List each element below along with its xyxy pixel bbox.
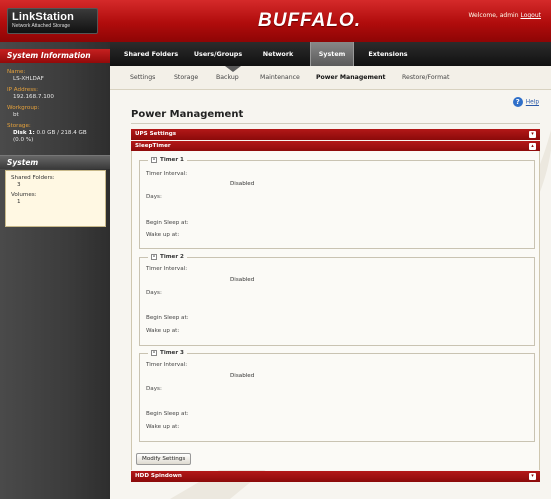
collapse-icon[interactable]: - — [151, 156, 157, 163]
timer-interval-label: Timer Interval: — [146, 171, 188, 177]
timer-1-title: Timer 1 — [160, 157, 184, 163]
top-header: LinkStation Network Attached Storage BUF… — [0, 0, 551, 42]
expand-icon[interactable]: ▾ — [529, 473, 536, 480]
timer-interval-value: Disabled — [230, 277, 255, 283]
logo-title: LinkStation — [12, 11, 75, 23]
subtab-power-management[interactable]: Power Management — [316, 66, 385, 90]
collapse-icon[interactable]: - — [151, 349, 157, 356]
storage-percent: (0.0 %) — [13, 137, 34, 143]
page-title: Power Management — [131, 109, 244, 120]
volumes-count: 1 — [17, 199, 21, 205]
subtab-maintenance[interactable]: Maintenance — [260, 66, 300, 90]
system-information-heading: System Information — [0, 49, 110, 63]
timer-2-title: Timer 2 — [160, 254, 184, 260]
welcome-text: Welcome, admin Logout — [468, 12, 541, 19]
timer-interval-value: Disabled — [230, 373, 255, 379]
logout-link[interactable]: Logout — [520, 12, 541, 19]
storage-usage: 0.0 GB / 218.4 GB — [36, 130, 87, 136]
storage-disk-label: Disk 1: — [13, 130, 35, 136]
storage-label: Storage: — [7, 123, 31, 129]
begin-sleep-label: Begin Sleep at: — [146, 220, 189, 226]
days-label: Days: — [146, 194, 162, 200]
system-summary-box: Shared Folders: 3 Volumes: 1 — [5, 170, 106, 227]
timer-1-fieldset: - Timer 1 Timer Interval: Disabled Days: … — [139, 156, 535, 249]
timer-2-legend[interactable]: - Timer 2 — [148, 253, 187, 262]
sleep-timer-panel: - Timer 1 Timer Interval: Disabled Days: … — [131, 151, 540, 470]
expand-icon[interactable]: ▾ — [529, 131, 536, 138]
timer-3-title: Timer 3 — [160, 350, 184, 356]
ups-settings-title: UPS Settings — [135, 131, 177, 137]
help-label[interactable]: Help — [526, 100, 539, 106]
sub-nav: Settings Storage Backup Maintenance Powe… — [110, 66, 551, 90]
main-nav: Shared Folders Users/Groups Network Syst… — [110, 42, 551, 66]
ip-value: 192.168.7.100 — [13, 94, 54, 100]
linkstation-logo: LinkStation Network Attached Storage — [7, 8, 98, 34]
sidebar: System Information Name: LS-XHLDAF IP Ad… — [0, 42, 110, 499]
subtab-storage[interactable]: Storage — [174, 66, 198, 90]
volumes-label: Volumes: — [11, 192, 37, 198]
shared-folders-label: Shared Folders: — [11, 175, 55, 181]
shared-folders-count: 3 — [17, 182, 21, 188]
ups-settings-header[interactable]: UPS Settings ▾ — [131, 129, 540, 140]
active-tab-pointer — [225, 66, 241, 72]
subtab-settings[interactable]: Settings — [130, 66, 155, 90]
begin-sleep-label: Begin Sleep at: — [146, 411, 189, 417]
hdd-spindown-title: HDD Spindown — [135, 473, 182, 479]
tab-users-groups[interactable]: Users/Groups — [192, 42, 244, 66]
tab-system[interactable]: System — [310, 42, 354, 66]
workgroup-value: bt — [13, 112, 19, 118]
timer-interval-label: Timer Interval: — [146, 266, 188, 272]
timer-interval-label: Timer Interval: — [146, 362, 188, 368]
collapse-icon[interactable]: - — [151, 253, 157, 260]
welcome-label: Welcome, admin — [468, 12, 519, 19]
timer-1-legend[interactable]: - Timer 1 — [148, 156, 187, 165]
main-content: ? Help Power Management UPS Settings ▾ Sl… — [110, 90, 551, 499]
wake-up-label: Wake up at: — [146, 232, 180, 238]
name-value: LS-XHLDAF — [13, 76, 44, 82]
collapse-icon[interactable]: ▴ — [529, 143, 536, 150]
tab-shared-folders[interactable]: Shared Folders — [122, 42, 180, 66]
help-icon[interactable]: ? — [512, 97, 523, 107]
wake-up-label: Wake up at: — [146, 424, 180, 430]
buffalo-brand-logo: BUFFALO. — [258, 10, 361, 31]
tab-network[interactable]: Network — [260, 42, 296, 66]
timer-3-legend[interactable]: - Timer 3 — [148, 349, 187, 358]
workgroup-label: Workgroup: — [7, 105, 40, 111]
begin-sleep-label: Begin Sleep at: — [146, 315, 189, 321]
help-link[interactable]: ? Help — [512, 97, 539, 108]
timer-2-fieldset: - Timer 2 Timer Interval: Disabled Days: … — [139, 253, 535, 346]
system-heading: System — [0, 155, 110, 169]
modify-settings-button[interactable]: Modify Settings — [136, 453, 192, 465]
name-label: Name: — [7, 69, 26, 75]
storage-value: Disk 1: 0.0 GB / 218.4 GB (0.0 %) — [7, 130, 110, 144]
system-information-panel: Name: LS-XHLDAF IP Address: 192.168.7.10… — [0, 65, 110, 148]
ip-label: IP Address: — [7, 87, 38, 93]
tab-extensions[interactable]: Extensions — [365, 42, 411, 66]
wake-up-label: Wake up at: — [146, 328, 180, 334]
hdd-spindown-header[interactable]: HDD Spindown ▾ — [131, 471, 540, 482]
timer-3-fieldset: - Timer 3 Timer Interval: Disabled Days: … — [139, 349, 535, 442]
title-divider — [131, 123, 540, 124]
sleep-timer-title: SleepTimer — [135, 143, 171, 149]
timer-interval-value: Disabled — [230, 181, 255, 187]
logo-subtitle: Network Attached Storage — [12, 23, 71, 29]
subtab-restore-format[interactable]: Restore/Format — [402, 66, 449, 90]
days-label: Days: — [146, 386, 162, 392]
days-label: Days: — [146, 290, 162, 296]
